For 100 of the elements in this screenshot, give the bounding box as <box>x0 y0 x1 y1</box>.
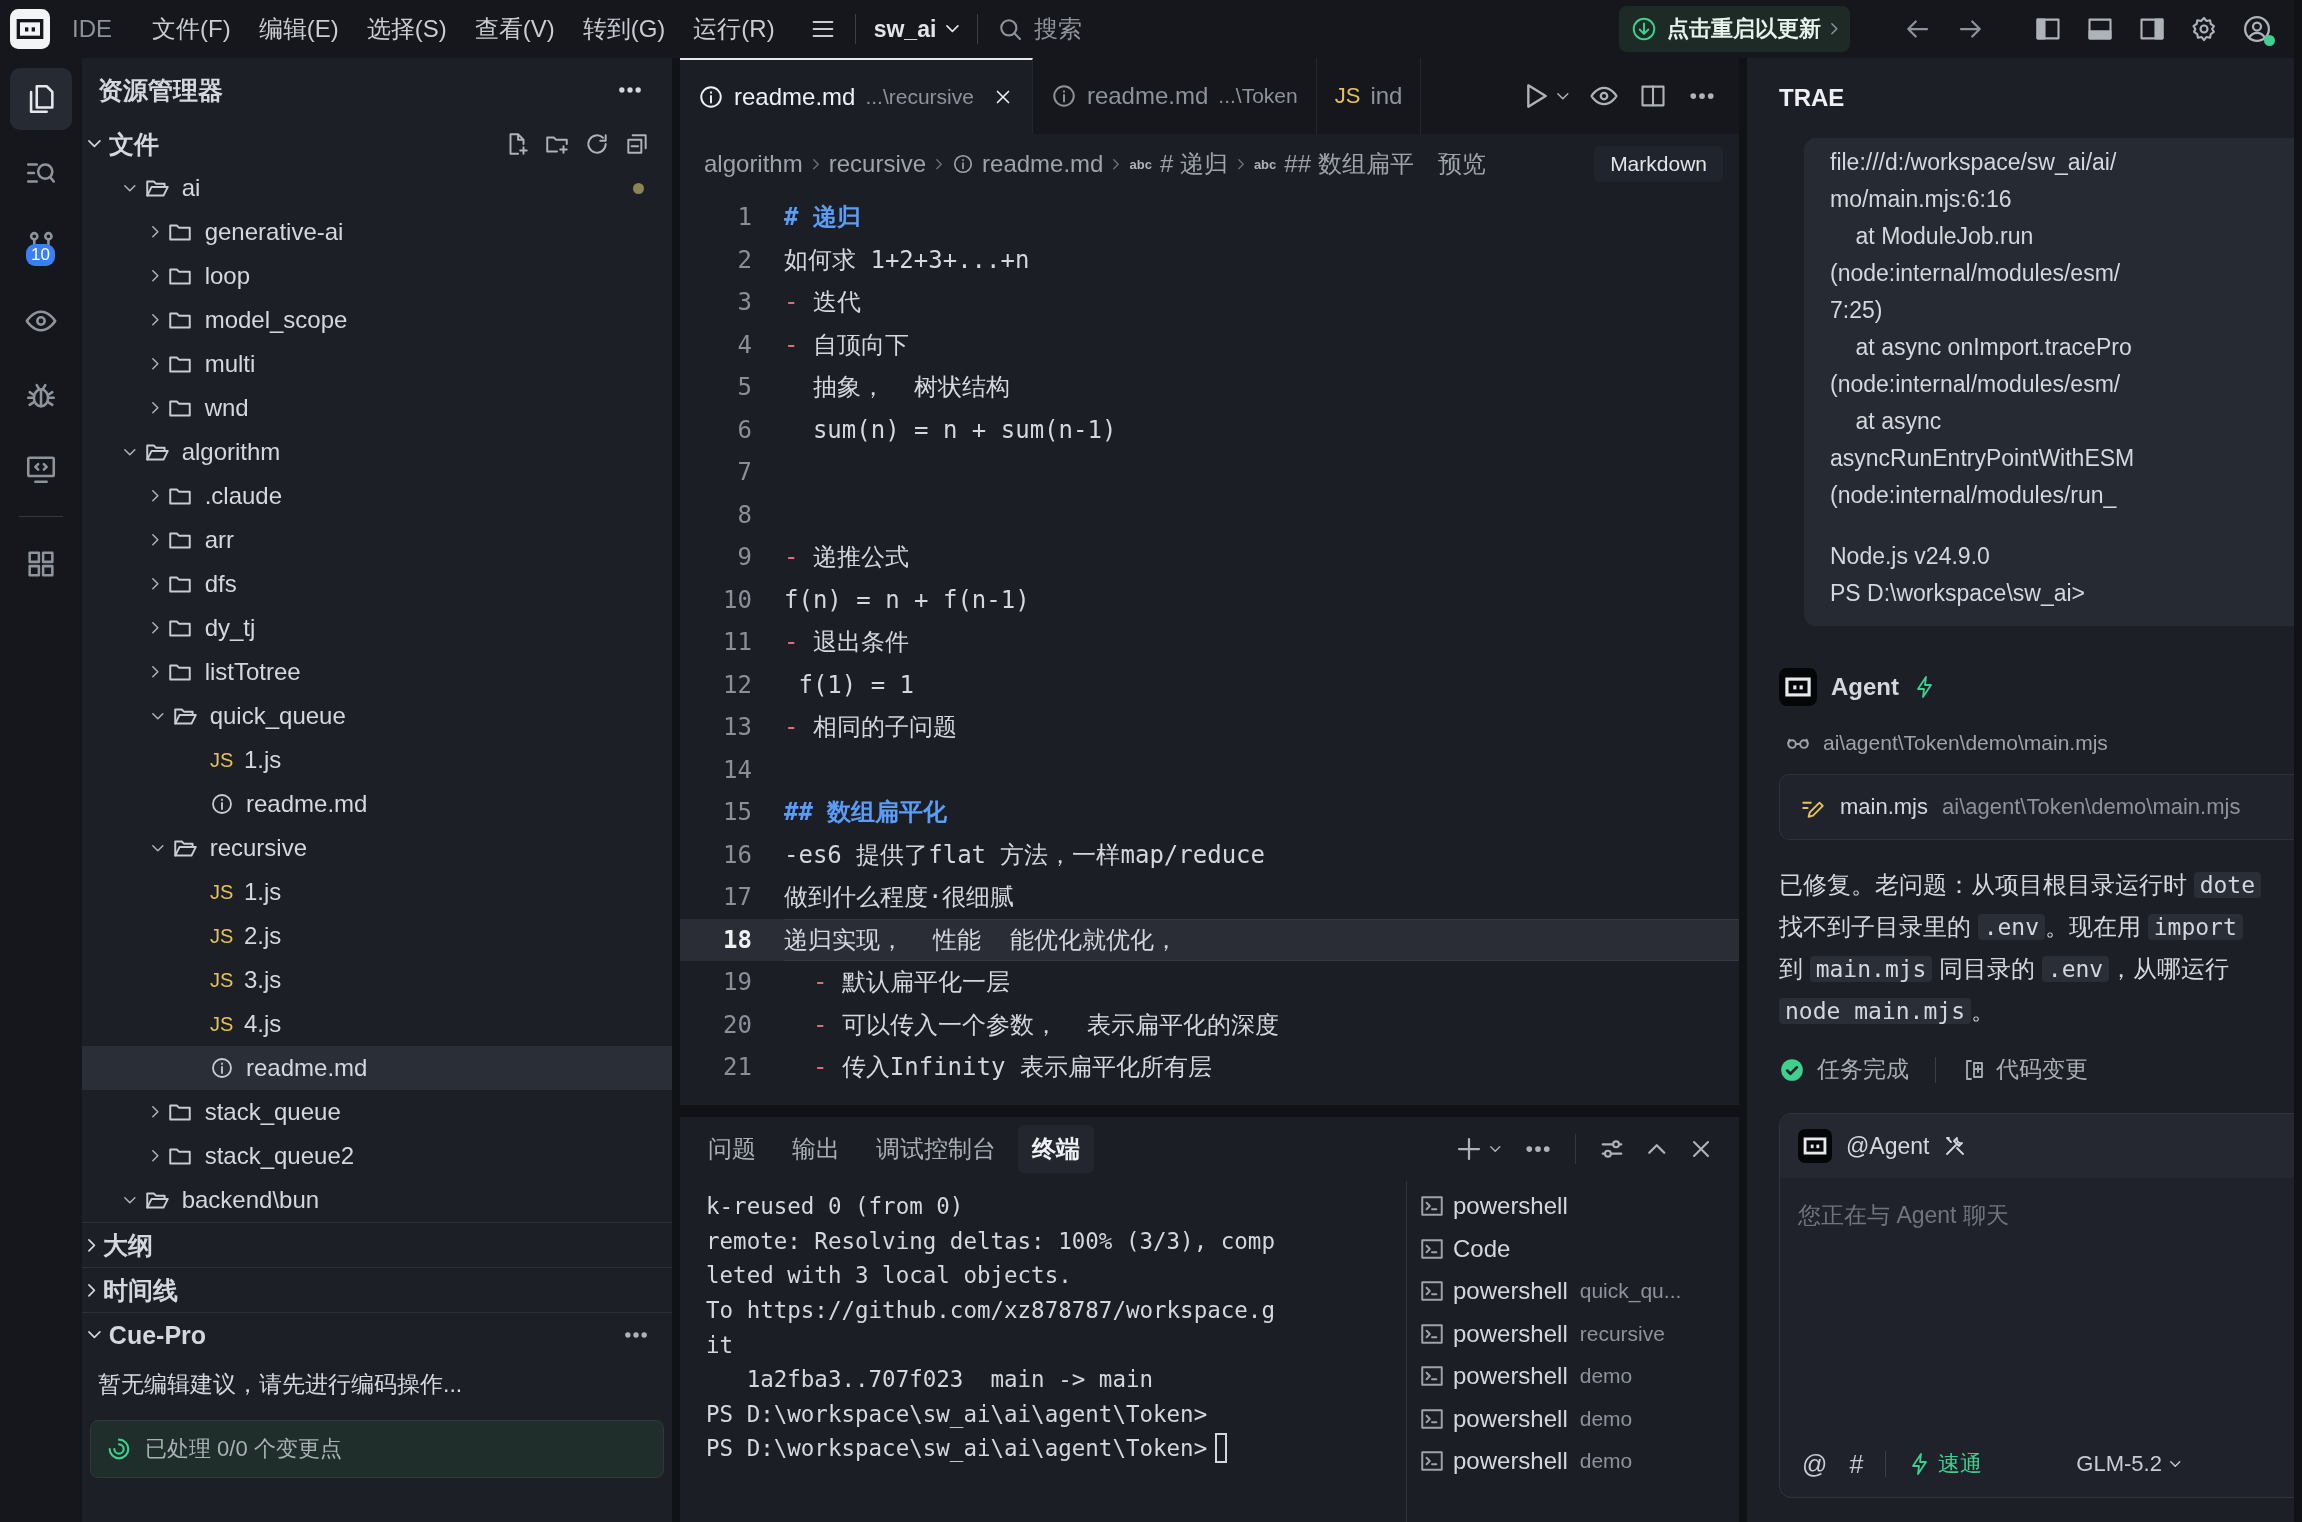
count-badge: 10 <box>26 244 55 266</box>
editor-tab[interactable]: JS ind <box>1316 58 1422 134</box>
line-number: 9 <box>736 543 752 572</box>
activity-item[interactable]: 10 <box>10 216 72 278</box>
terminal-line: PS D:\workspace\sw_ai\ai\agent\Token> <box>706 1435 1208 1462</box>
breadcrumb-item[interactable]: abc # 递归 <box>1129 148 1228 180</box>
code-line: ## 数组扁平化 <box>784 797 949 829</box>
app-label: IDE <box>72 15 112 43</box>
tree-item[interactable]: quick_queue <box>82 694 672 738</box>
file-type-label: JS <box>210 748 232 772</box>
menu-item[interactable]: 查看(V) <box>474 13 555 45</box>
tree-item[interactable]: recursive <box>82 826 672 870</box>
model-selector[interactable]: GLM-5.2 <box>2076 1451 2181 1477</box>
panel-tab[interactable]: 终端 <box>1018 1125 1094 1173</box>
search-field[interactable]: 搜索 <box>996 13 1083 45</box>
maximize-chevron-icon[interactable] <box>1647 1144 1665 1154</box>
tab-path: ...\Token <box>1218 84 1298 108</box>
workspace-selector[interactable]: sw_ai <box>873 15 960 43</box>
panel-tab[interactable]: 调试控制台 <box>862 1125 1010 1173</box>
terminal-line: 1a2fba3..707f023 main -> main <box>745 1366 1154 1393</box>
menu-item[interactable]: 运行(R) <box>693 13 775 45</box>
tree-item[interactable]: backend\bun <box>82 1178 672 1222</box>
tree-item[interactable]: readme.md <box>82 782 672 826</box>
account-button[interactable] <box>2242 14 2272 44</box>
section-header[interactable]: 大纲 <box>88 1228 154 1262</box>
mode-button[interactable]: 速通 <box>1908 1449 1983 1479</box>
section-header[interactable]: 文件 <box>88 127 159 161</box>
tree-item[interactable]: JS 2.js <box>82 914 672 958</box>
output-line: (node:internal/modules/run_ <box>1830 481 2118 510</box>
activity-item[interactable] <box>10 68 72 130</box>
preview-link[interactable]: 预览 <box>1437 148 1486 180</box>
output-line: mo/main.mjs:6:16 <box>1830 185 2013 214</box>
tree-item[interactable]: JS 1.js <box>82 738 672 782</box>
code-line: f(n) = n + f(n-1) <box>784 584 1031 616</box>
terminal-item[interactable]: powershell demo <box>1419 1397 1739 1440</box>
tree-item[interactable]: JS 4.js <box>82 1002 672 1046</box>
tree-item[interactable]: listTotree <box>82 650 672 694</box>
tree-item[interactable]: model_scope <box>82 298 672 342</box>
terminal-item[interactable]: powershell quick_qu... <box>1419 1270 1739 1313</box>
breadcrumb-item[interactable]: abc ## 数组扁平 <box>1253 148 1414 180</box>
code-changes-button[interactable]: 代码变更 <box>1962 1054 2088 1085</box>
tree-item[interactable]: stack_queue <box>82 1090 672 1134</box>
panel-tab[interactable]: 输出 <box>778 1125 854 1173</box>
terminal-item[interactable]: powershell demo <box>1419 1355 1739 1398</box>
code-line: # 递归 <box>784 202 862 234</box>
panel-title: TRAE <box>1779 84 1845 112</box>
chevron-down-icon[interactable] <box>1557 92 1569 100</box>
info-icon <box>210 792 234 816</box>
info-icon <box>698 84 724 110</box>
language-button[interactable]: Markdown <box>1594 146 1723 182</box>
chevron-right-icon <box>1237 158 1244 170</box>
section-header[interactable]: 时间线 <box>88 1273 179 1307</box>
breadcrumb-item[interactable]: algorithm <box>704 150 803 178</box>
tree-item[interactable]: stack_queue2 <box>82 1134 672 1178</box>
tree-item[interactable]: dfs <box>82 562 672 606</box>
panel-tab[interactable]: 问题 <box>694 1125 770 1173</box>
output-line: PS D:\workspace\sw_ai> <box>1830 579 2087 608</box>
tree-item[interactable]: dy_tj <box>82 606 672 650</box>
update-button[interactable]: 点击重启以更新 <box>1619 6 1850 52</box>
breadcrumb-item[interactable]: readme.md <box>952 150 1104 178</box>
menu-item[interactable]: 转到(G) <box>582 13 666 45</box>
tree-item[interactable]: ai <box>82 166 672 210</box>
tree-item[interactable]: readme.md <box>82 1046 672 1090</box>
refresh-icon[interactable] <box>584 131 610 157</box>
output-line: asyncRunEntryPointWithESM <box>1830 444 2136 473</box>
breadcrumb-item[interactable]: recursive <box>828 150 927 178</box>
editor-tab[interactable]: readme.md ...\recursive <box>680 58 1033 134</box>
chevron-down-icon[interactable] <box>1490 1146 1501 1152</box>
tree-item[interactable]: algorithm <box>82 430 672 474</box>
tree-item[interactable]: loop <box>82 254 672 298</box>
edited-file-card[interactable]: main.mjs ai\agent\Token\demo\main.mjs <box>1779 774 2294 840</box>
tree-item[interactable]: wnd <box>82 386 672 430</box>
terminal-item[interactable]: powershell demo <box>1419 1440 1739 1483</box>
settings-icon[interactable] <box>2190 15 2218 43</box>
code-line: - 相同的子问题 <box>784 712 958 744</box>
terminal-item[interactable]: Code <box>1419 1227 1739 1270</box>
line-number: 6 <box>736 415 752 444</box>
tree-item[interactable]: generative-ai <box>82 210 672 254</box>
tree-item[interactable]: arr <box>82 518 672 562</box>
line-number: 19 <box>722 968 752 997</box>
code-line: - 退出条件 <box>784 627 910 659</box>
section-header[interactable]: Cue-Pro <box>88 1320 207 1350</box>
chat-input[interactable]: @Agent 您正在与 Agent 聊天 @ # 速通 GLM-5.2 <box>1779 1113 2294 1498</box>
collapse-icon[interactable] <box>624 131 650 157</box>
menu-item[interactable]: 文件(F) <box>152 13 231 45</box>
terminal-item[interactable]: powershell <box>1419 1185 1739 1228</box>
chevron-right-icon <box>1831 23 1838 35</box>
editor-tab[interactable]: readme.md ...\Token <box>1032 58 1317 134</box>
file-type-label: JS <box>1334 83 1361 109</box>
tree-item[interactable]: JS 3.js <box>82 958 672 1002</box>
menu-item[interactable]: 选择(S) <box>366 13 447 45</box>
context-button[interactable]: # <box>1849 1449 1864 1479</box>
terminal-item[interactable]: powershell recursive <box>1419 1312 1739 1355</box>
tree-item[interactable]: JS 1.js <box>82 870 672 914</box>
output-line: at ModuleJob.run <box>1854 222 2035 251</box>
tree-item[interactable]: .claude <box>82 474 672 518</box>
tree-item[interactable]: multi <box>82 342 672 386</box>
mention-button[interactable]: @ <box>1802 1449 1828 1479</box>
menu-item[interactable]: 编辑(E) <box>258 13 339 45</box>
file-type-label: JS <box>210 924 232 948</box>
